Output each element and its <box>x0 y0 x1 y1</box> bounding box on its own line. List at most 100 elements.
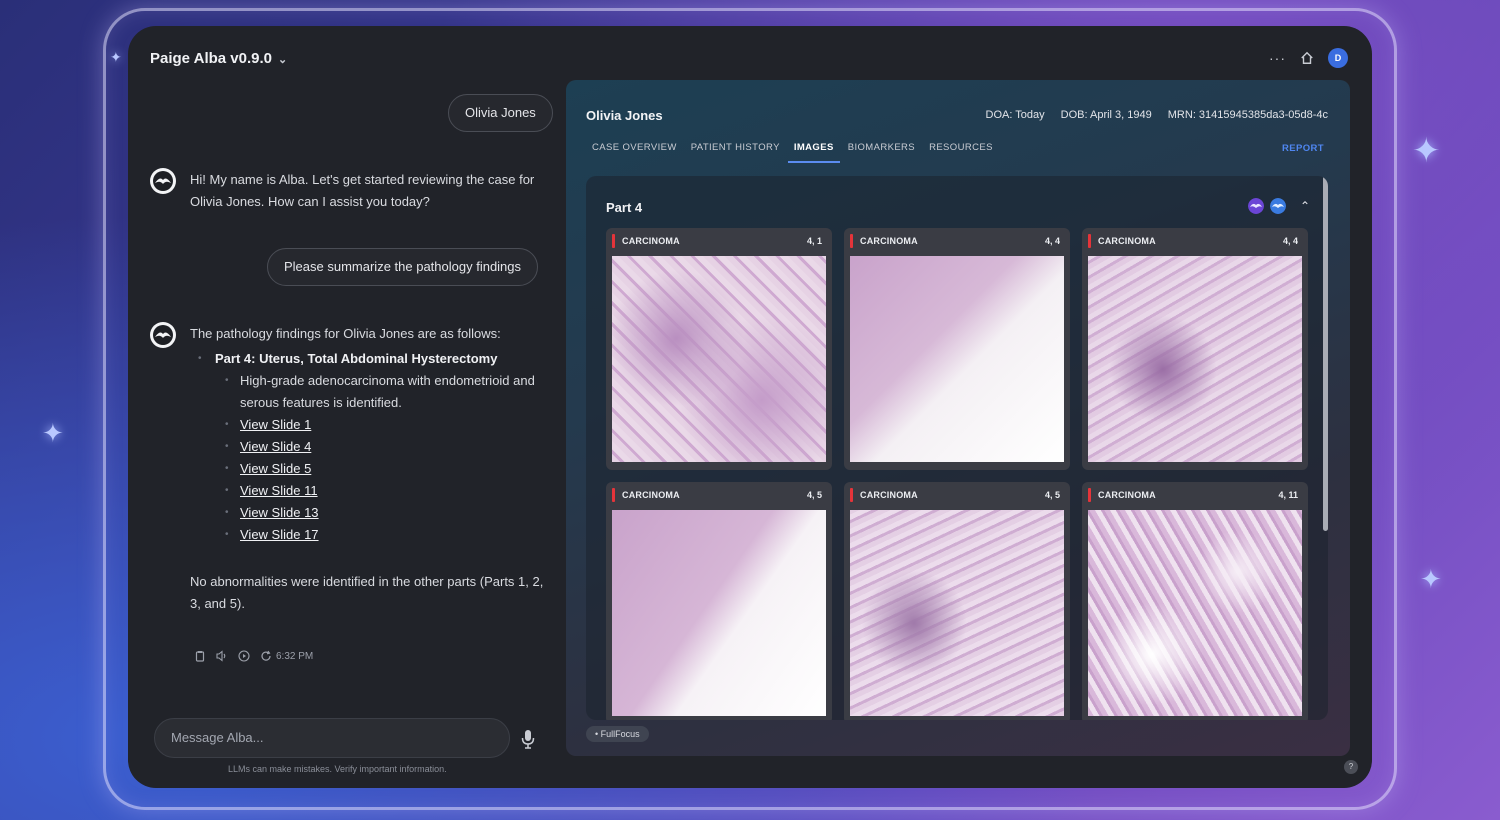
slide-tile[interactable]: CARCINOMA 4, 4 <box>844 228 1070 470</box>
slide-thumbnail[interactable] <box>1088 256 1302 462</box>
bullet-icon: • <box>225 485 229 496</box>
regenerate-icon[interactable] <box>260 650 272 662</box>
part-title: Part 4 <box>606 200 643 215</box>
slide-label: CARCINOMA <box>1098 236 1156 246</box>
view-slide-link[interactable]: View Slide 11 <box>240 483 318 498</box>
bullet-icon: • <box>225 375 229 386</box>
copy-icon[interactable] <box>194 650 206 662</box>
more-options-icon[interactable]: ··· <box>1269 50 1286 66</box>
view-slide-link[interactable]: View Slide 17 <box>240 527 319 542</box>
report-link[interactable]: REPORT <box>1282 143 1324 154</box>
alba-avatar <box>150 168 176 194</box>
fullfocus-chip[interactable]: • FullFocus <box>586 726 649 742</box>
disclaimer: LLMs can make mistakes. Verify important… <box>228 764 447 774</box>
help-icon[interactable]: ? <box>1344 760 1358 774</box>
slide-tile[interactable]: CARCINOMA 4, 11 <box>1082 482 1308 720</box>
bot-greeting: Hi! My name is Alba. Let's get started r… <box>190 172 535 209</box>
bullet-icon: • <box>225 463 229 474</box>
tab-case-overview[interactable]: CASE OVERVIEW <box>586 142 683 163</box>
slide-label: CARCINOMA <box>622 490 680 500</box>
top-actions: ··· D <box>1269 48 1348 68</box>
slide-tile[interactable]: CARCINOMA 4, 1 <box>606 228 832 470</box>
tab-patient-history[interactable]: PATIENT HISTORY <box>685 142 786 163</box>
slide-label: CARCINOMA <box>860 490 918 500</box>
tab-biomarkers[interactable]: BIOMARKERS <box>842 142 921 163</box>
home-icon[interactable] <box>1300 51 1314 65</box>
bot-reply-outro: No abnormalities were identified in the … <box>190 574 544 611</box>
slide-thumbnail[interactable] <box>612 256 826 462</box>
slide-thumbnail[interactable] <box>612 510 826 716</box>
slide-tile[interactable]: CARCINOMA 4, 4 <box>1082 228 1308 470</box>
slide-id: 4, 4 <box>1044 236 1060 246</box>
sparkle-icon: ✦ <box>42 418 64 448</box>
microphone-icon[interactable] <box>520 729 536 749</box>
slide-label: CARCINOMA <box>860 236 918 246</box>
bullet-icon: • <box>198 353 202 364</box>
scrollbar[interactable] <box>1323 176 1328 720</box>
avatar[interactable]: D <box>1328 48 1348 68</box>
bot-reply-intro: The pathology findings for Olivia Jones … <box>190 326 501 341</box>
bullet-icon: • <box>225 441 229 452</box>
user-message-text: Olivia Jones <box>465 105 536 120</box>
scrollbar-thumb[interactable] <box>1323 176 1328 531</box>
message-composer[interactable] <box>154 718 510 758</box>
slide-tile-header: CARCINOMA 4, 5 <box>844 482 1070 510</box>
user-message: Please summarize the pathology findings <box>267 248 539 286</box>
app-title-menu[interactable]: Paige Alba v0.9.0 ⌄ <box>150 50 287 67</box>
view-slide-link[interactable]: View Slide 13 <box>240 505 319 520</box>
slide-id: 4, 4 <box>1282 236 1298 246</box>
dob: DOB: April 3, 1949 <box>1060 109 1152 121</box>
chat-panel: Olivia Jones Hi! My name is Alba. Let's … <box>128 86 564 786</box>
play-icon[interactable] <box>238 650 250 662</box>
bot-reply: The pathology findings for Olivia Jones … <box>190 323 558 615</box>
slide-label: CARCINOMA <box>622 236 680 246</box>
case-tabs: CASE OVERVIEW PATIENT HISTORY IMAGES BIO… <box>586 142 1001 163</box>
chevron-up-icon[interactable]: ⌃ <box>1300 199 1310 213</box>
patient-name: Olivia Jones <box>586 108 663 123</box>
flag-icon <box>850 488 853 502</box>
slide-tile-header: CARCINOMA 4, 11 <box>1082 482 1308 510</box>
alba-logo-icon[interactable] <box>1269 198 1286 214</box>
slide-tile-header: CARCINOMA 4, 5 <box>606 482 832 510</box>
slide-tile-header: CARCINOMA 4, 1 <box>606 228 832 256</box>
slide-tile[interactable]: CARCINOMA 4, 5 <box>606 482 832 720</box>
app-window: Paige Alba v0.9.0 ⌄ ··· D Olivia Jones Hi… <box>128 26 1372 788</box>
speaker-icon[interactable] <box>216 650 228 662</box>
part-actions: ⌃ <box>1247 198 1310 214</box>
slide-label: CARCINOMA <box>1098 490 1156 500</box>
slide-thumbnail[interactable] <box>850 256 1064 462</box>
flag-icon <box>850 234 853 248</box>
message-input[interactable] <box>171 730 493 745</box>
view-slide-link[interactable]: View Slide 4 <box>240 439 311 454</box>
slide-id: 4, 5 <box>1044 490 1060 500</box>
view-slide-link[interactable]: View Slide 1 <box>240 417 311 432</box>
part-card: Part 4 ⌃ CARCINOMA 4, 1 CARCINOMA 4, 4 C… <box>586 176 1328 720</box>
view-slide-link[interactable]: View Slide 5 <box>240 461 311 476</box>
slide-thumbnail[interactable] <box>850 510 1064 716</box>
slide-tile-header: CARCINOMA 4, 4 <box>1082 228 1308 256</box>
flag-icon <box>1088 234 1091 248</box>
flag-icon <box>612 488 615 502</box>
case-panel: Olivia Jones DOA: Today DOB: April 3, 19… <box>566 80 1350 756</box>
message-toolbar: 6:32 PM <box>194 650 313 662</box>
tab-images[interactable]: IMAGES <box>787 142 840 163</box>
doa: DOA: Today <box>985 109 1045 121</box>
bullet-icon: • <box>225 507 229 518</box>
user-message: Olivia Jones <box>448 94 553 132</box>
findings-list: • High-grade adenocarcinoma with endometr… <box>190 370 558 546</box>
alba-logo-icon[interactable] <box>1247 198 1264 214</box>
alba-avatar <box>150 322 176 348</box>
slide-thumbnail[interactable] <box>1088 510 1302 716</box>
app-title: Paige Alba v0.9.0 <box>150 50 273 67</box>
message-time: 6:32 PM <box>276 650 314 662</box>
bot-reply-part: Part 4: Uterus, Total Abdominal Hysterec… <box>215 351 498 366</box>
slide-id: 4, 5 <box>806 490 822 500</box>
patient-meta: DOA: Today DOB: April 3, 1949 MRN: 31415… <box>986 109 1328 121</box>
slide-tile-header: CARCINOMA 4, 4 <box>844 228 1070 256</box>
alba-logo-icon <box>153 171 173 191</box>
chevron-down-icon: ⌄ <box>278 54 288 66</box>
bullet-icon: • <box>225 419 229 430</box>
slide-tile[interactable]: CARCINOMA 4, 5 <box>844 482 1070 720</box>
slide-id: 4, 11 <box>1278 490 1298 500</box>
tab-resources[interactable]: RESOURCES <box>923 142 999 163</box>
